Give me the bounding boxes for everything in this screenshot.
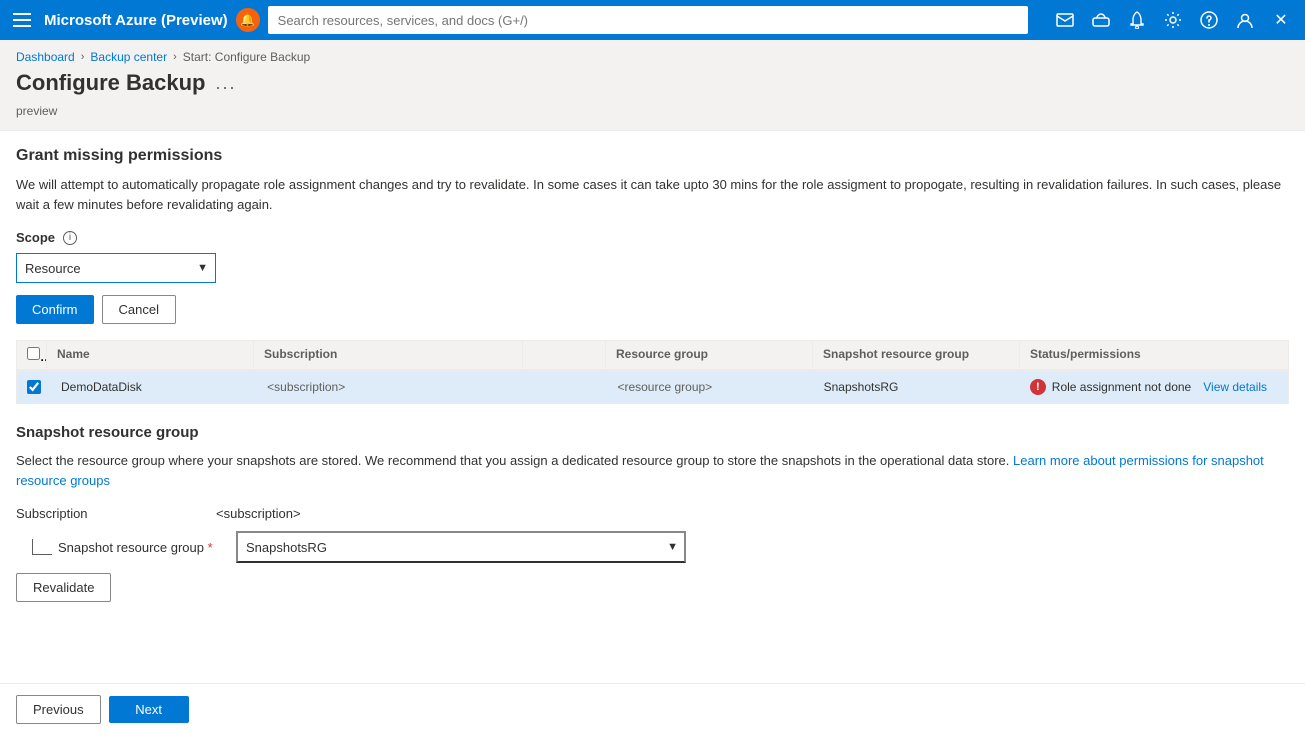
scope-row: Scope i <box>16 230 1289 245</box>
profile-icon[interactable] <box>1229 4 1261 36</box>
scope-info-icon[interactable]: i <box>63 231 77 245</box>
row-status-cell: ! Role assignment not done View details <box>1020 371 1288 403</box>
help-icon[interactable] <box>1193 4 1225 36</box>
scope-select-wrapper: Resource Subscription Resource Group ▼ <box>16 253 216 283</box>
row-snapshot-rg: SnapshotsRG <box>814 372 1020 402</box>
confirm-cancel-row: Confirm Cancel <box>16 295 1289 324</box>
page-header: Configure Backup ... <box>0 70 1305 104</box>
snapshot-rg-select[interactable]: SnapshotsRG AnotherRG <box>236 531 686 563</box>
breadcrumb-backup-center[interactable]: Backup center <box>90 50 167 64</box>
select-all-checkbox[interactable] <box>27 347 40 360</box>
table-header-row: Name Subscription Resource group Snapsho… <box>16 340 1289 371</box>
th-col3 <box>523 341 606 369</box>
snapshot-desc: Select the resource group where your sna… <box>16 451 1289 490</box>
email-icon[interactable] <box>1049 4 1081 36</box>
sub-indent: Snapshot resource group * <box>16 539 216 555</box>
next-button[interactable]: Next <box>109 696 189 723</box>
th-resource-group: Resource group <box>606 341 813 369</box>
table-row: DemoDataDisk <subscription> <resource gr… <box>16 371 1289 404</box>
th-status: Status/permissions <box>1020 341 1288 369</box>
confirm-button[interactable]: Confirm <box>16 295 94 324</box>
snapshot-section: Snapshot resource group Select the resou… <box>16 424 1289 602</box>
snapshot-rg-label: Snapshot resource group * <box>58 540 213 555</box>
revalidate-button[interactable]: Revalidate <box>16 573 111 602</box>
settings-icon[interactable] <box>1157 4 1189 36</box>
notification-badge[interactable]: 🔔 <box>236 8 260 32</box>
scope-label: Scope <box>16 230 55 245</box>
th-name: Name <box>47 341 254 369</box>
row-resource-group: <resource group> <box>607 372 813 402</box>
required-indicator: * <box>208 540 213 555</box>
table-container: Name Subscription Resource group Snapsho… <box>16 340 1289 404</box>
topbar: Microsoft Azure (Preview) 🔔 ✕ <box>0 0 1305 40</box>
row-col3 <box>525 379 607 395</box>
hamburger-menu[interactable] <box>8 6 36 34</box>
subscription-row: Subscription <subscription> <box>16 506 1289 521</box>
snapshot-section-title: Snapshot resource group <box>16 424 1289 441</box>
page-title: Configure Backup <box>16 70 205 96</box>
rg-select-wrapper: SnapshotsRG AnotherRG ▼ <box>236 531 686 563</box>
main-content: Grant missing permissions We will attemp… <box>0 131 1305 706</box>
error-icon: ! <box>1030 379 1046 395</box>
row-checkbox-0[interactable] <box>27 380 41 394</box>
bell-icon[interactable] <box>1121 4 1153 36</box>
close-topbar-icon[interactable]: ✕ <box>1265 4 1297 36</box>
search-input[interactable] <box>268 6 1028 34</box>
cancel-button[interactable]: Cancel <box>102 295 176 324</box>
th-snapshot-rg: Snapshot resource group <box>813 341 1020 369</box>
cloud-icon[interactable] <box>1085 4 1117 36</box>
breadcrumb: Dashboard › Backup center › Start: Confi… <box>0 40 1305 70</box>
subscription-value: <subscription> <box>216 506 301 521</box>
row-name: DemoDataDisk <box>51 372 257 402</box>
row-status-text: Role assignment not done <box>1052 380 1191 394</box>
th-checkbox <box>17 341 47 369</box>
scope-select[interactable]: Resource Subscription Resource Group <box>16 253 216 283</box>
row-checkbox-cell <box>17 372 51 402</box>
breadcrumb-sep-2: › <box>173 51 177 63</box>
page-options-button[interactable]: ... <box>215 73 236 94</box>
snapshot-rg-row: Snapshot resource group * SnapshotsRG An… <box>16 531 1289 563</box>
grant-section-description: We will attempt to automatically propaga… <box>16 175 1289 214</box>
row-subscription: <subscription> <box>257 372 525 402</box>
previous-button[interactable]: Previous <box>16 695 101 724</box>
app-title: Microsoft Azure (Preview) <box>44 12 228 29</box>
connector-line <box>32 539 52 555</box>
revalidate-row: Revalidate <box>16 573 1289 602</box>
grant-section-title: Grant missing permissions <box>16 147 1289 165</box>
breadcrumb-current: Start: Configure Backup <box>183 50 310 64</box>
subscription-label: Subscription <box>16 506 216 521</box>
breadcrumb-dashboard[interactable]: Dashboard <box>16 50 75 64</box>
page-preview-label: preview <box>0 104 1305 130</box>
th-subscription: Subscription <box>254 341 523 369</box>
view-details-link[interactable]: View details <box>1203 380 1267 394</box>
breadcrumb-sep-1: › <box>81 51 85 63</box>
topbar-icons: ✕ <box>1049 4 1297 36</box>
bottom-bar: Previous Next <box>0 683 1305 735</box>
